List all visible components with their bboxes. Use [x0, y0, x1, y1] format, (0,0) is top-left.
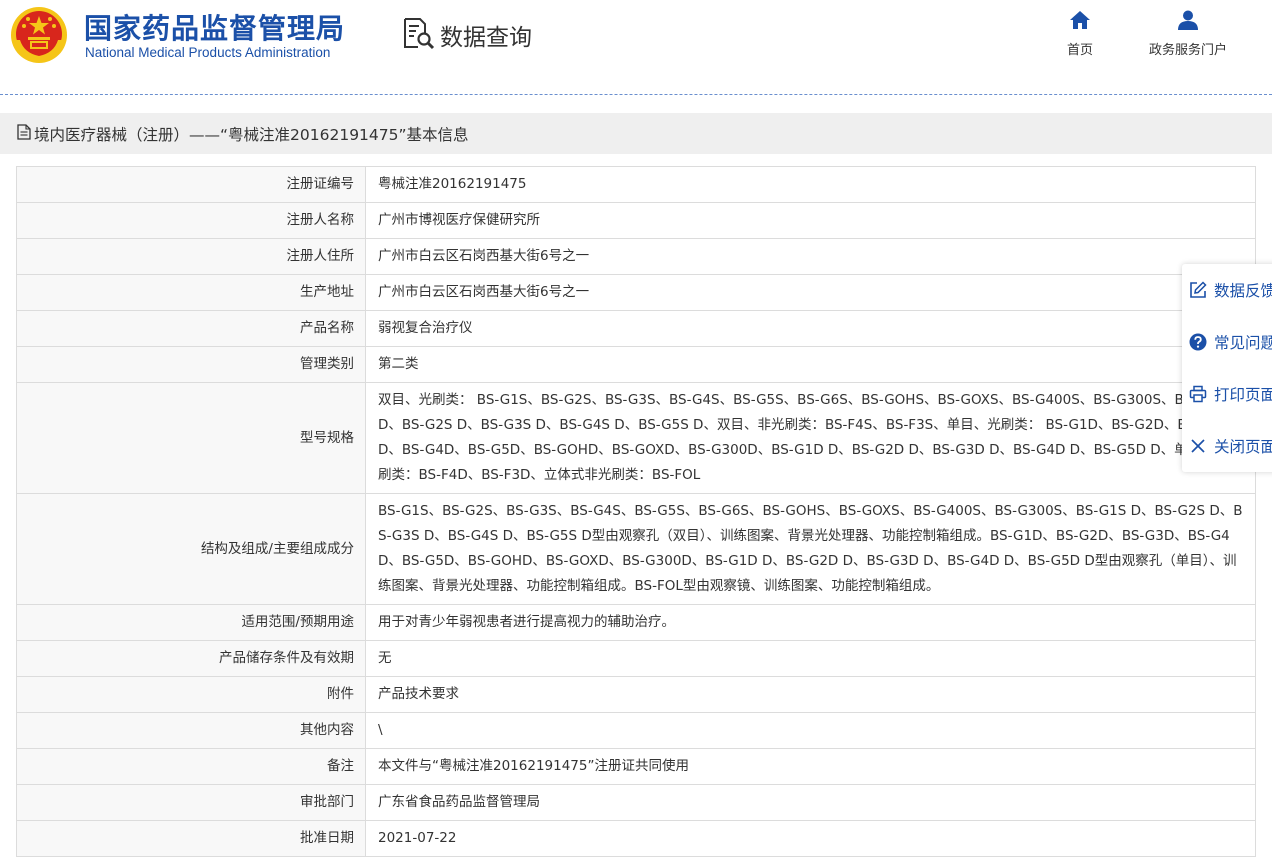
field-value: 广州市博视医疗保健研究所	[365, 202, 1256, 239]
floating-tool-panel: 数据反馈 常见问题 打印页面 关闭页面	[1182, 264, 1272, 472]
table-row: 产品储存条件及有效期 无	[16, 640, 1256, 677]
national-emblem-icon[interactable]	[10, 6, 68, 64]
nav-service-portal[interactable]: 政务服务门户	[1138, 10, 1238, 58]
field-value: 粤械注准20162191475	[365, 166, 1256, 203]
document-icon	[17, 123, 31, 144]
data-query-label: 数据查询	[440, 25, 532, 51]
table-row: 注册人住所 广州市白云区石岗西基大街6号之一	[16, 238, 1256, 275]
table-row: 生产地址 广州市白云区石岗西基大街6号之一	[16, 274, 1256, 311]
close-icon	[1189, 437, 1207, 455]
edit-icon	[1189, 281, 1207, 299]
field-label: 注册证编号	[16, 166, 366, 203]
page-title: 境内医疗器械（注册）——“粤械注准20162191475”基本信息	[34, 125, 469, 144]
data-query-title: 数据查询	[402, 16, 532, 54]
question-icon	[1189, 333, 1207, 351]
search-document-icon	[402, 16, 436, 54]
field-label: 生产地址	[16, 274, 366, 311]
field-value: 无	[365, 640, 1256, 677]
close-page-button[interactable]: 关闭页面	[1182, 420, 1272, 472]
print-button[interactable]: 打印页面	[1182, 368, 1272, 420]
logo-title-cn[interactable]: 国家药品监督管理局	[84, 7, 345, 47]
field-value: 广东省食品药品监督管理局	[365, 784, 1256, 821]
table-row: 其他内容 \	[16, 712, 1256, 749]
table-row: 附件 产品技术要求	[16, 676, 1256, 713]
table-row: 产品名称 弱视复合治疗仪	[16, 310, 1256, 347]
user-icon	[1177, 10, 1199, 34]
table-row: 管理类别 第二类	[16, 346, 1256, 383]
faq-label: 常见问题	[1214, 334, 1272, 352]
close-page-label: 关闭页面	[1214, 438, 1272, 456]
field-value: 广州市白云区石岗西基大街6号之一	[365, 274, 1256, 311]
logo-title-en[interactable]: National Medical Products Administration	[85, 45, 330, 60]
faq-button[interactable]: 常见问题	[1182, 316, 1272, 368]
header-divider	[0, 94, 1272, 95]
table-row: 备注 本文件与“粤械注准20162191475”注册证共同使用	[16, 748, 1256, 785]
field-label: 产品名称	[16, 310, 366, 347]
nav-home[interactable]: 首页	[1060, 10, 1100, 58]
table-row: 注册证编号 粤械注准20162191475	[16, 166, 1256, 203]
table-row: 审批部门 广东省食品药品监督管理局	[16, 784, 1256, 821]
field-label: 批准日期	[16, 820, 366, 857]
field-value: 广州市白云区石岗西基大街6号之一	[365, 238, 1256, 275]
nav-service-portal-label: 政务服务门户	[1148, 43, 1227, 58]
field-label: 管理类别	[16, 346, 366, 383]
field-label: 审批部门	[16, 784, 366, 821]
field-value: \	[365, 712, 1256, 749]
field-label: 附件	[16, 676, 366, 713]
print-label: 打印页面	[1214, 386, 1272, 404]
field-label: 其他内容	[16, 712, 366, 749]
field-label: 注册人名称	[16, 202, 366, 239]
table-row: 型号规格 双目、光刷类： BS-G1S、BS-G2S、BS-G3S、BS-G4S…	[16, 382, 1256, 494]
field-value: 2021-07-22	[365, 820, 1256, 857]
feedback-label: 数据反馈	[1214, 282, 1272, 300]
site-header: 国家药品监督管理局 National Medical Products Admi…	[0, 0, 1272, 95]
page-title-bar: 境内医疗器械（注册）——“粤械注准20162191475”基本信息	[0, 113, 1272, 154]
field-label: 注册人住所	[16, 238, 366, 275]
field-value: 弱视复合治疗仪	[365, 310, 1256, 347]
feedback-button[interactable]: 数据反馈	[1182, 264, 1272, 316]
field-value: 用于对青少年弱视患者进行提高视力的辅助治疗。	[365, 604, 1256, 641]
print-icon	[1189, 385, 1207, 403]
table-row: 适用范围/预期用途 用于对青少年弱视患者进行提高视力的辅助治疗。	[16, 604, 1256, 641]
field-value: 本文件与“粤械注准20162191475”注册证共同使用	[365, 748, 1256, 785]
table-row: 批准日期 2021-07-22	[16, 820, 1256, 857]
home-icon	[1069, 10, 1091, 34]
table-row: 结构及组成/主要组成成分 BS-G1S、BS-G2S、BS-G3S、BS-G4S…	[16, 493, 1256, 605]
field-value: BS-G1S、BS-G2S、BS-G3S、BS-G4S、BS-G5S、BS-G6…	[365, 493, 1256, 605]
field-label: 型号规格	[16, 382, 366, 494]
field-label: 结构及组成/主要组成成分	[16, 493, 366, 605]
registration-detail-table: 注册证编号 粤械注准20162191475 注册人名称 广州市博视医疗保健研究所…	[16, 166, 1256, 857]
field-value: 第二类	[365, 346, 1256, 383]
field-label: 备注	[16, 748, 366, 785]
field-value: 双目、光刷类： BS-G1S、BS-G2S、BS-G3S、BS-G4S、BS-G…	[365, 382, 1256, 494]
table-row: 注册人名称 广州市博视医疗保健研究所	[16, 202, 1256, 239]
field-value: 产品技术要求	[365, 676, 1256, 713]
nav-home-label: 首页	[1066, 43, 1093, 58]
field-label: 适用范围/预期用途	[16, 604, 366, 641]
field-label: 产品储存条件及有效期	[16, 640, 366, 677]
